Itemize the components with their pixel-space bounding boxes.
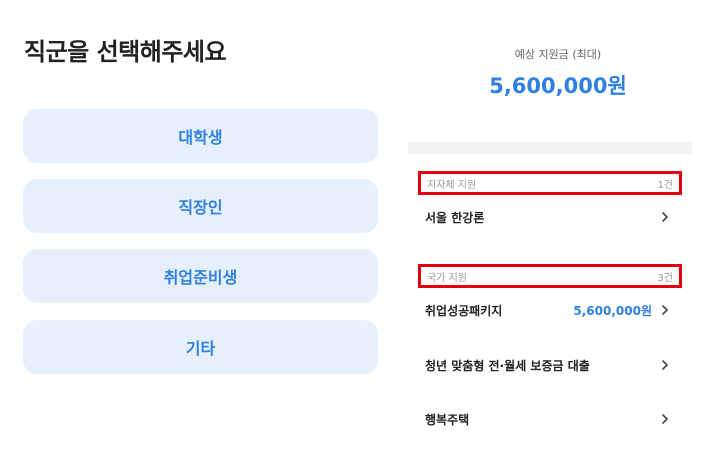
section-title: 지자체 지원 (427, 179, 477, 191)
benefit-item-employment-package[interactable]: 취업성공패키지 5,600,000원 (425, 300, 672, 320)
section-title: 국가 지원 (427, 272, 467, 284)
benefit-item-label: 취업성공패키지 (425, 303, 503, 318)
section-divider (408, 142, 692, 154)
chevron-right-icon (662, 360, 668, 370)
job-option-office-worker[interactable]: 직장인 (23, 179, 378, 233)
section-count: 1건 (657, 179, 673, 191)
benefit-item-label: 청년 맞춤형 전·월세 보증금 대출 (425, 358, 590, 373)
chevron-right-icon (662, 414, 668, 424)
benefit-item-amount: 5,600,000원 (573, 303, 652, 318)
section-count: 3건 (657, 272, 673, 284)
benefit-item-happy-housing[interactable]: 행복주택 (425, 409, 672, 429)
job-option-job-seeker[interactable]: 취업준비생 (23, 249, 378, 303)
job-option-university-student[interactable]: 대학생 (23, 109, 378, 163)
section-header-national: 국가 지원 3건 (418, 264, 682, 288)
benefit-item-label: 서울 한강론 (425, 210, 485, 225)
estimate-label: 예상 지원금 (최대) (514, 48, 602, 61)
page-title: 직군을 선택해주세요 (24, 38, 227, 66)
chevron-right-icon (662, 305, 668, 315)
job-option-other[interactable]: 기타 (23, 320, 378, 374)
estimate-amount: 5,600,000원 (489, 74, 627, 98)
chevron-right-icon (662, 212, 668, 222)
benefit-item-youth-deposit-loan[interactable]: 청년 맞춤형 전·월세 보증금 대출 (425, 355, 672, 375)
section-header-local-gov: 지자체 지원 1건 (418, 171, 682, 195)
benefit-item-seoul-hangang[interactable]: 서울 한강론 (425, 207, 672, 227)
benefit-item-label: 행복주택 (425, 412, 470, 427)
